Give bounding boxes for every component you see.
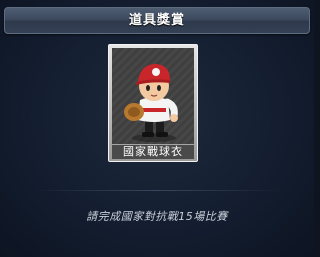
panel-title: 道具獎賞 (128, 13, 185, 28)
reward-item-name: 國家戰球衣 (112, 145, 194, 159)
requirement-text: 請完成國家對抗戰15場比賽 (86, 210, 228, 223)
divider (28, 190, 286, 191)
reward-item-card[interactable]: 國家戰球衣 (108, 44, 198, 162)
title-bar: 道具獎賞 (4, 7, 310, 34)
baseball-player-uniform-icon (112, 48, 194, 144)
reward-panel: 道具獎賞 國家戰球衣 請完成國家對抗戰15場比賽 (0, 0, 314, 257)
